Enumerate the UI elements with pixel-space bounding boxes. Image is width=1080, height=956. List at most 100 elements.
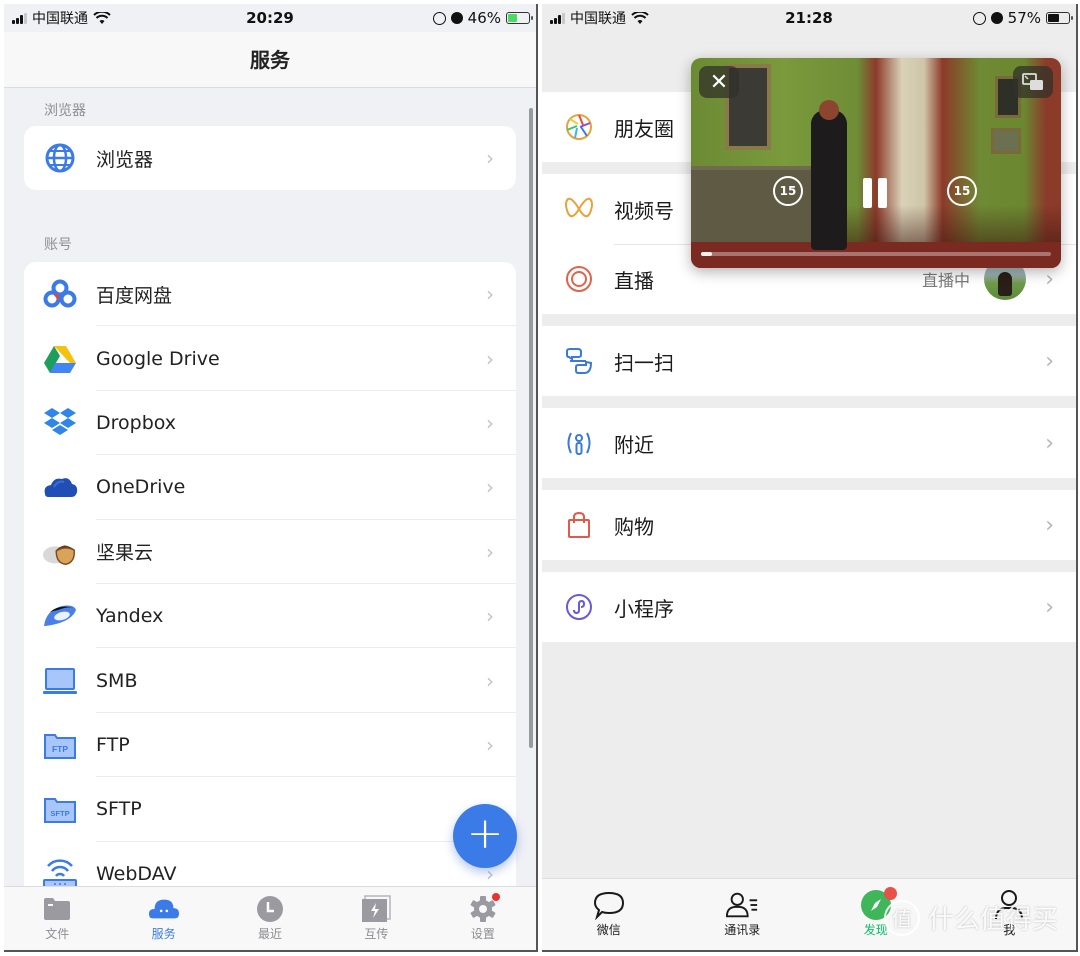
pip-expand-icon <box>1022 73 1043 90</box>
list-item-baidu-netdisk[interactable]: 百度网盘 › <box>24 262 516 327</box>
list-item-yandex[interactable]: Yandex › <box>24 584 516 649</box>
alarm-icon <box>450 12 463 24</box>
list-item-label: 浏览器 <box>96 148 154 171</box>
menu-item-shopping[interactable]: 购物 › <box>542 490 1076 560</box>
globe-icon <box>42 140 78 176</box>
list-item-label: OneDrive <box>96 476 186 499</box>
battery-icon <box>1046 12 1073 24</box>
add-service-button[interactable]: + <box>453 804 517 868</box>
tab-label: 设置 <box>470 927 495 941</box>
list-item-label: FTP <box>96 733 130 756</box>
menu-item-label: 视频号 <box>614 198 674 223</box>
expand-pip-button[interactable] <box>1013 66 1053 98</box>
status-bar: 中国联通 21:28 57% <box>542 4 1076 32</box>
tab-files[interactable]: 文件 <box>4 887 110 950</box>
list-item-jianguoyun[interactable]: 坚果云 › <box>24 520 516 585</box>
sftp-folder-icon: SFTP <box>42 791 78 827</box>
watermark-text: 什么值得买 <box>927 905 1058 935</box>
list-item-webdav[interactable]: WebDAV › <box>24 842 516 886</box>
tab-transfer[interactable]: 互传 <box>323 887 429 950</box>
video-pip-player[interactable]: ✕ 15 15 <box>691 58 1061 268</box>
chevron-right-icon: › <box>486 346 494 371</box>
pause-button[interactable] <box>863 178 887 208</box>
right-phone-screen: 中国联通 21:28 57% 朋友圈 视频号 直播 直播中 › 扫一扫 › 附近… <box>542 4 1078 952</box>
plus-icon: + <box>466 808 504 859</box>
tab-label: 最近 <box>258 927 283 941</box>
nearby-icon <box>564 428 594 458</box>
live-icon <box>564 264 594 294</box>
jianguoyun-icon <box>42 534 78 570</box>
skip-back-button[interactable]: 15 <box>773 176 803 206</box>
contacts-icon <box>725 889 759 921</box>
browser-card: 浏览器 › <box>24 126 516 191</box>
chevron-right-icon: › <box>486 410 494 435</box>
smb-laptop-icon <box>42 663 78 699</box>
list-item-label: Dropbox <box>96 411 177 434</box>
scrollbar[interactable] <box>529 108 533 748</box>
scan-icon <box>564 346 594 376</box>
menu-item-scan[interactable]: 扫一扫 › <box>542 326 1076 396</box>
list-item-ftp[interactable]: FTP FTP › <box>24 713 516 778</box>
list-item-browser[interactable]: 浏览器 › <box>24 126 516 190</box>
menu-item-mini-programs[interactable]: 小程序 › <box>542 572 1076 642</box>
list-item-google-drive[interactable]: Google Drive › <box>24 326 516 392</box>
clock-icon <box>255 895 285 923</box>
close-pip-button[interactable]: ✕ <box>699 66 739 98</box>
accounts-card: 百度网盘 › Google Drive › Dropbox › OneDrive… <box>24 262 516 886</box>
transfer-icon <box>361 895 392 923</box>
tab-chats[interactable]: 微信 <box>542 879 676 950</box>
list-item-sftp[interactable]: SFTP SFTP › <box>24 777 516 842</box>
close-icon: ✕ <box>709 69 729 95</box>
skip-back-15-icon: 15 <box>773 176 803 206</box>
chat-bubble-icon <box>592 889 626 921</box>
tab-bar: 文件 服务 最近 互传 设置 <box>4 886 536 950</box>
list-item-label: Yandex <box>96 605 164 628</box>
menu-item-label: 小程序 <box>614 596 674 621</box>
services-list: 浏览器 浏览器 › 账号 百度网盘 › Google Drive › Dropb… <box>4 88 536 886</box>
battery-icon <box>506 12 533 24</box>
section-label-accounts: 账号 <box>44 237 72 253</box>
yandex-icon <box>42 598 78 634</box>
tab-label: 互传 <box>364 927 389 941</box>
ftp-badge-text: FTP <box>52 744 68 754</box>
list-item-label: SMB <box>96 669 138 692</box>
menu-item-nearby[interactable]: 附近 › <box>542 408 1076 478</box>
mini-program-icon <box>564 592 594 622</box>
section-label-browser: 浏览器 <box>44 103 86 119</box>
watermark: 值 什么值得买 <box>883 899 1058 936</box>
page-title: 服务 <box>4 32 536 88</box>
list-item-label: Google Drive <box>96 347 220 370</box>
list-item-label: SFTP <box>96 798 142 821</box>
tab-settings[interactable]: 设置 <box>430 887 536 950</box>
tab-label: 文件 <box>45 927 70 941</box>
list-item-label: 百度网盘 <box>96 284 173 307</box>
dropbox-icon <box>42 405 78 441</box>
menu-item-label: 朋友圈 <box>614 116 674 141</box>
tab-recent[interactable]: 最近 <box>217 887 323 950</box>
list-item-smb[interactable]: SMB › <box>24 648 516 714</box>
alarm-icon <box>990 12 1003 24</box>
list-item-label: WebDAV <box>96 862 177 885</box>
chevron-right-icon: › <box>486 668 494 693</box>
chevron-right-icon: › <box>486 604 494 629</box>
webdav-icon <box>42 856 78 886</box>
sftp-badge-text: SFTP <box>50 809 69 818</box>
chevron-right-icon: › <box>1045 512 1054 538</box>
skip-forward-15-icon: 15 <box>947 176 977 206</box>
video-progress-bar[interactable] <box>701 252 1051 256</box>
video-progress-fill <box>701 252 712 256</box>
tab-services[interactable]: 服务 <box>110 887 216 950</box>
tab-contacts[interactable]: 通讯录 <box>676 879 810 950</box>
skip-forward-button[interactable]: 15 <box>947 176 977 206</box>
channels-icon <box>564 194 594 224</box>
chevron-right-icon: › <box>1045 348 1054 374</box>
menu-item-label: 附近 <box>614 432 654 457</box>
rotation-lock-icon <box>972 11 986 25</box>
watermark-badge: 值 <box>883 899 920 936</box>
list-item-dropbox[interactable]: Dropbox › <box>24 391 516 456</box>
tab-label: 微信 <box>596 923 621 937</box>
ftp-folder-icon: FTP <box>42 727 78 763</box>
notification-badge <box>491 893 500 901</box>
menu-item-label: 直播 <box>614 268 654 293</box>
list-item-onedrive[interactable]: OneDrive › <box>24 455 516 520</box>
